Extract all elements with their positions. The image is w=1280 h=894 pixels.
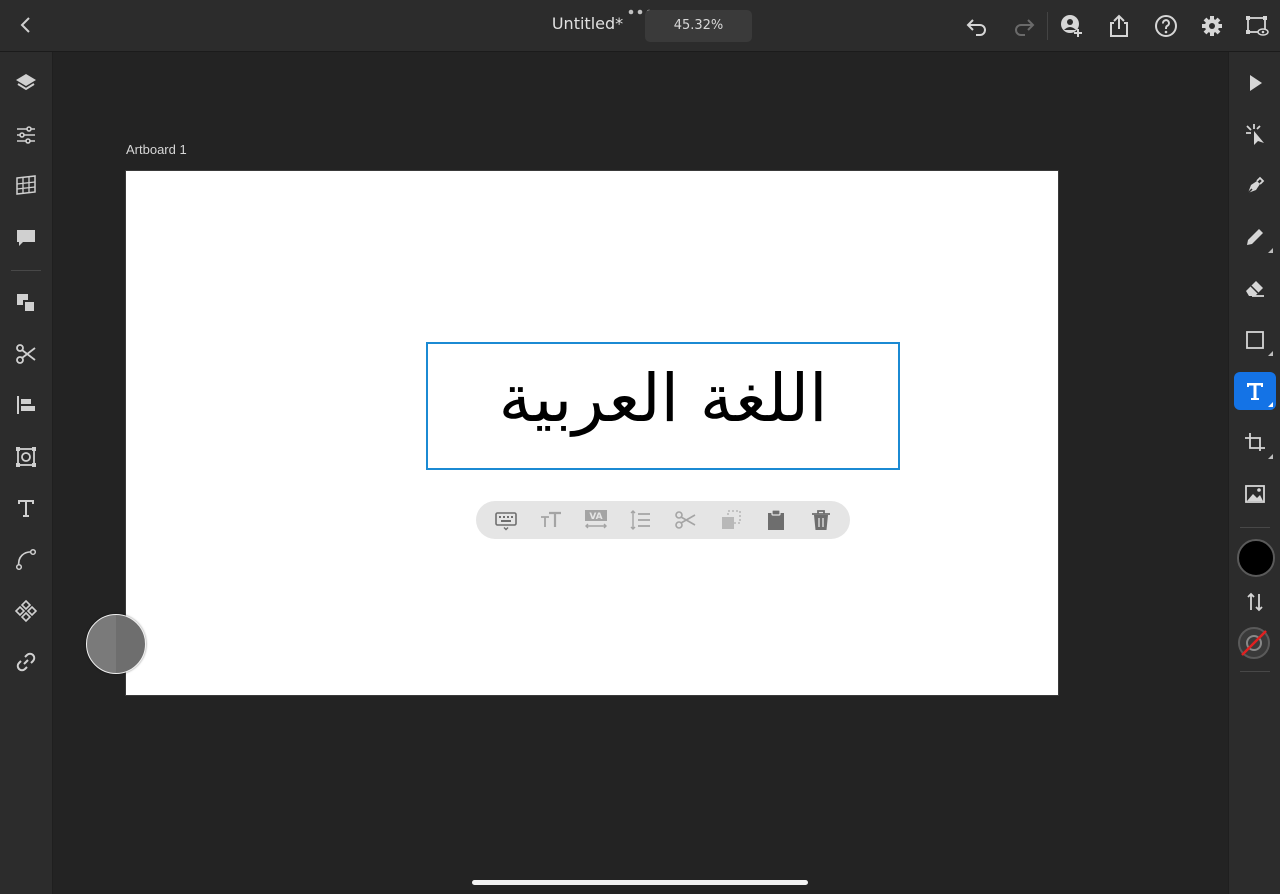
- redo-icon[interactable]: [1011, 13, 1037, 39]
- stroke-color-swatch[interactable]: [1237, 626, 1271, 660]
- toolbar-divider: [1047, 12, 1048, 40]
- pen-icon: [1246, 176, 1265, 195]
- pencil-tool[interactable]: [1234, 218, 1276, 256]
- image-tool[interactable]: [1234, 475, 1276, 513]
- crop-icon: [1245, 433, 1265, 451]
- pen-tool[interactable]: [1234, 167, 1276, 205]
- zoom-level[interactable]: 45.32%: [645, 10, 752, 42]
- touch-modifier[interactable]: [86, 614, 146, 674]
- pencil-icon: [1247, 229, 1263, 245]
- type-tool[interactable]: [1234, 372, 1276, 410]
- toolbar-divider: [1240, 671, 1270, 672]
- properties-icon[interactable]: [14, 123, 38, 147]
- preview-icon[interactable]: [1244, 13, 1270, 39]
- layers-icon[interactable]: [14, 71, 38, 95]
- arabic-text-object[interactable]: اللغة العربية: [428, 344, 898, 468]
- text-context-bar: VA: [476, 501, 850, 539]
- back-icon[interactable]: [14, 13, 38, 37]
- text-selection-frame[interactable]: اللغة العربية: [426, 342, 900, 470]
- direct-select-icon: [1246, 124, 1264, 145]
- align-left-icon[interactable]: [14, 393, 38, 417]
- repeat-grid-icon[interactable]: [14, 445, 38, 469]
- text-style-icon[interactable]: [14, 496, 38, 520]
- help-icon[interactable]: [1153, 13, 1179, 39]
- font-size-icon[interactable]: [539, 508, 563, 532]
- crop-tool[interactable]: [1234, 424, 1276, 462]
- svg-text:VA: VA: [589, 512, 602, 522]
- top-bar: Untitled* 45.32%: [0, 0, 1280, 52]
- scissors-icon[interactable]: [14, 342, 38, 366]
- invite-user-icon[interactable]: [1059, 13, 1085, 39]
- share-icon[interactable]: [1106, 13, 1132, 39]
- copy-icon[interactable]: [719, 508, 743, 532]
- comment-icon[interactable]: [14, 226, 38, 250]
- undo-icon[interactable]: [964, 13, 990, 39]
- eraser-tool[interactable]: [1234, 269, 1276, 307]
- shape-tool[interactable]: [1234, 321, 1276, 359]
- direct-select-tool[interactable]: [1234, 115, 1276, 153]
- rectangle-icon: [1246, 331, 1264, 349]
- type-icon: [1247, 383, 1263, 400]
- delete-icon[interactable]: [809, 508, 833, 532]
- image-icon: [1245, 485, 1265, 503]
- eraser-icon: [1246, 281, 1264, 297]
- select-arrow-icon: [1250, 75, 1262, 91]
- keyboard-icon[interactable]: [494, 508, 518, 532]
- paste-icon[interactable]: [764, 508, 788, 532]
- settings-icon[interactable]: [1199, 13, 1225, 39]
- right-toolbar: [1228, 52, 1280, 894]
- swap-colors-icon[interactable]: [1243, 590, 1267, 614]
- character-spacing-icon[interactable]: VA: [584, 508, 608, 532]
- left-toolbar: [0, 52, 53, 894]
- artboard-label[interactable]: Artboard 1: [126, 142, 187, 157]
- arrange-icon[interactable]: [14, 291, 38, 315]
- cut-icon[interactable]: [674, 508, 698, 532]
- fill-color-swatch[interactable]: [1237, 539, 1275, 577]
- select-tool[interactable]: [1234, 64, 1276, 102]
- grid-icon[interactable]: [14, 174, 38, 198]
- link-icon[interactable]: [14, 650, 38, 674]
- path-icon[interactable]: [14, 547, 38, 571]
- components-icon[interactable]: [14, 599, 38, 623]
- document-title[interactable]: Untitled*: [540, 14, 635, 33]
- toolbar-divider: [11, 270, 41, 271]
- home-indicator[interactable]: [472, 880, 808, 885]
- line-spacing-icon[interactable]: [629, 508, 653, 532]
- toolbar-divider: [1240, 527, 1270, 528]
